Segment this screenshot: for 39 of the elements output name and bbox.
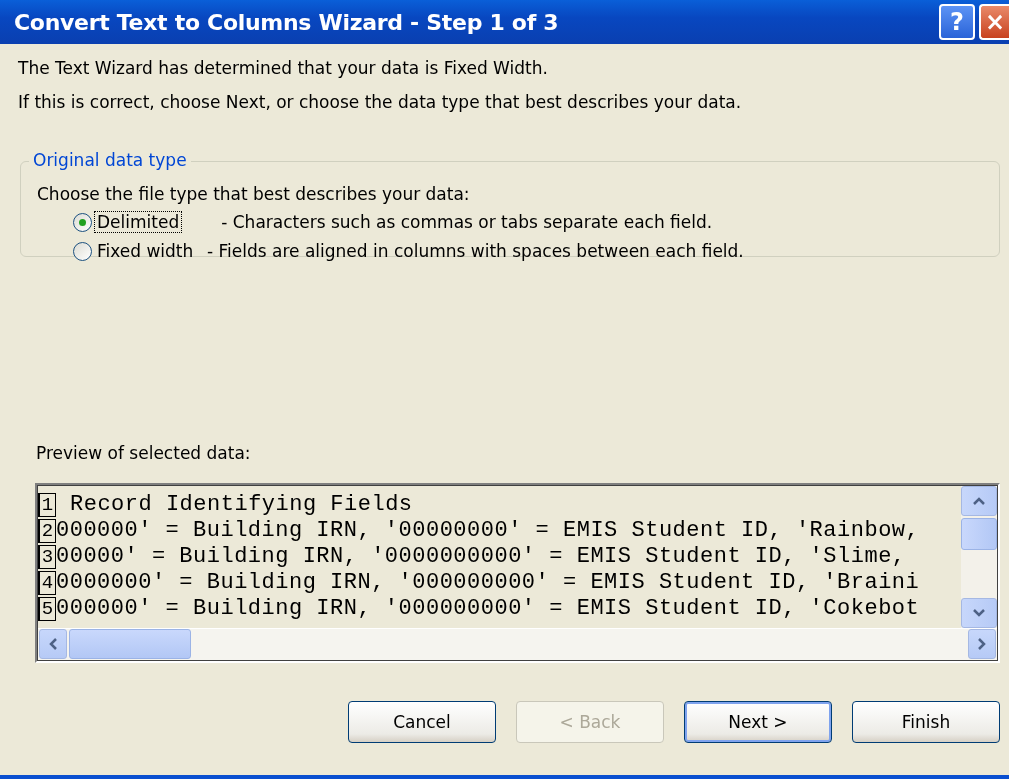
prompt-text: Choose the file type that best describes your data: [37,183,471,204]
dialog-button[interactable]: Next > [684,700,832,743]
chevron-right-icon [977,636,987,651]
chevron-up-icon [972,495,986,506]
instruction-text: If this is correct, choose Next, or choose the data type that best describes your data. [18,92,743,113]
data-line: 00000' = Building IRN, '0000000000' = EMIS Student ID, 'Slime, [56,544,906,570]
close-button[interactable]: × [979,4,1009,40]
scroll-thumb[interactable] [961,517,997,550]
option-label[interactable]: Fixed width [94,240,201,263]
data-line: Record Identifying Fields [69,492,413,518]
option-description: - Characters such as commas or tabs separate each field. [221,212,713,233]
row-number: 4 [38,570,56,595]
row-number: 2 [38,518,56,543]
scroll-up-button[interactable] [961,485,997,516]
row-number: 5 [38,596,56,621]
scroll-left-button[interactable] [39,628,67,659]
preview-label: Preview of selected data: [36,442,252,463]
scroll-down-button[interactable] [961,597,997,628]
data-line: 000000' = Building IRN, '00000000' = EMIS Student ID, 'Rainbow, [56,518,920,544]
data-line: 000000' = Building IRN, '000000000' = EMIS Student ID, 'Cokebot [56,596,920,622]
radio-button[interactable] [73,241,92,261]
horizontal-scrollbar[interactable] [37,628,998,661]
vertical-scrollbar[interactable] [961,485,997,628]
radio-button[interactable] [73,212,92,232]
row-number: 3 [38,544,56,569]
chevron-down-icon [972,607,986,618]
scroll-thumb[interactable] [69,628,191,659]
scroll-right-button[interactable] [968,628,996,659]
instruction-text: The Text Wizard has determined that your data is Fixed Width. [18,58,549,79]
group-title: Original data type [29,149,191,170]
window-title: Convert Text to Columns Wizard - Step 1 of 3 [14,9,559,35]
option-label[interactable]: Delimited [94,211,183,234]
help-button[interactable]: ? [939,4,975,40]
row-number: 1 [38,492,56,517]
chevron-left-icon [48,636,58,651]
dialog-button[interactable]: Cancel [348,700,496,743]
dialog-button[interactable]: Finish [852,700,1000,743]
data-line: 0000000' = Building IRN, '000000000' = EMIS Student ID, 'Braini [56,570,920,596]
option-description: - Fields are aligned in columns with spaces between each field. [207,241,744,262]
